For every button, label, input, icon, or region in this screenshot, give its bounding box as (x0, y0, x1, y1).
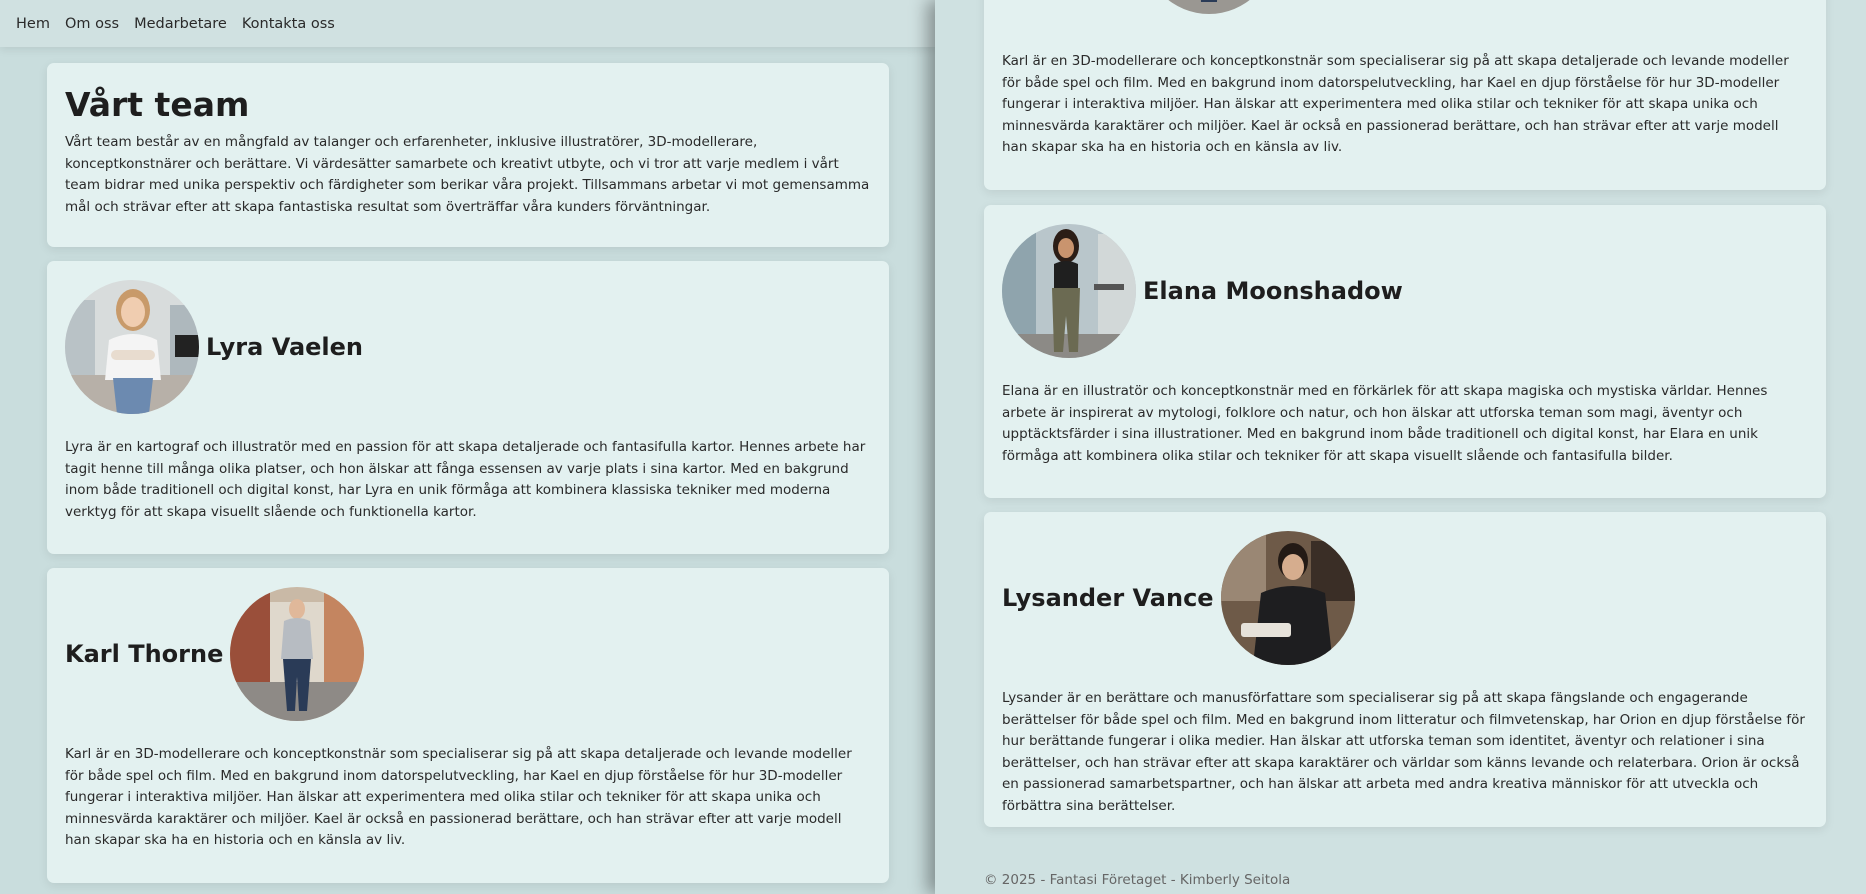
member-card-karl-scrolled: Karl är en 3D-modellerare och konceptkon… (984, 0, 1826, 190)
member-bio: Karl är en 3D-modellerare och konceptkon… (1002, 53, 1789, 156)
page-title: Vårt team (65, 85, 250, 124)
right-pane[interactable]: Karl är en 3D-modellerare och konceptkon… (935, 0, 1866, 894)
nav-link-staff[interactable]: Medarbetare (134, 16, 227, 32)
nav-link-contact[interactable]: Kontakta oss (242, 16, 335, 32)
member-name: Karl Thorne (65, 640, 224, 668)
nav-link-about[interactable]: Om oss (65, 16, 119, 32)
member-header: Lyra Vaelen (65, 279, 871, 415)
member-bio: Elana är en illustratör och konceptkonst… (1002, 383, 1768, 464)
member-card-karl: Karl Thorne Karl är en 3D-modellerare oc… (47, 568, 889, 883)
left-pane[interactable]: Hem Om oss Medarbetare Kontakta oss Vårt… (0, 0, 935, 894)
avatar-lysander (1220, 531, 1355, 665)
member-header: Karl Thorne (65, 586, 871, 722)
footer-copyright: © 2025 - Fantasi Företaget - Kimberly Se… (984, 872, 1291, 888)
member-card-elana: Elana Moonshadow Elana är en illustratör… (984, 205, 1826, 498)
avatar-elana (1002, 224, 1136, 358)
member-card-lyra: Lyra Vaelen Lyra är en kartograf och ill… (47, 261, 889, 554)
avatar-karl-partial (1143, 0, 1275, 14)
member-header: Elana Moonshadow (1002, 223, 1808, 359)
intro-text: Vårt team består av en mångfald av talan… (65, 134, 870, 215)
member-name: Lyra Vaelen (206, 333, 364, 361)
member-header: Lysander Vance (1002, 530, 1808, 666)
member-bio: Karl är en 3D-modellerare och konceptkon… (65, 746, 852, 849)
avatar-karl (230, 587, 365, 721)
member-name: Elana Moonshadow (1143, 277, 1403, 305)
member-bio: Lyra är en kartograf och illustratör med… (65, 439, 866, 520)
member-bio: Lysander är en berättare och manusförfat… (1002, 690, 1805, 814)
member-name: Lysander Vance (1002, 584, 1214, 612)
member-card-lysander: Lysander Vance Lysander är en berättare … (984, 512, 1826, 827)
nav-link-home[interactable]: Hem (16, 16, 50, 32)
avatar-lyra (65, 280, 199, 414)
intro-card: Vårt team Vårt team består av en mångfal… (47, 63, 889, 247)
main-navbar: Hem Om oss Medarbetare Kontakta oss (0, 0, 935, 47)
